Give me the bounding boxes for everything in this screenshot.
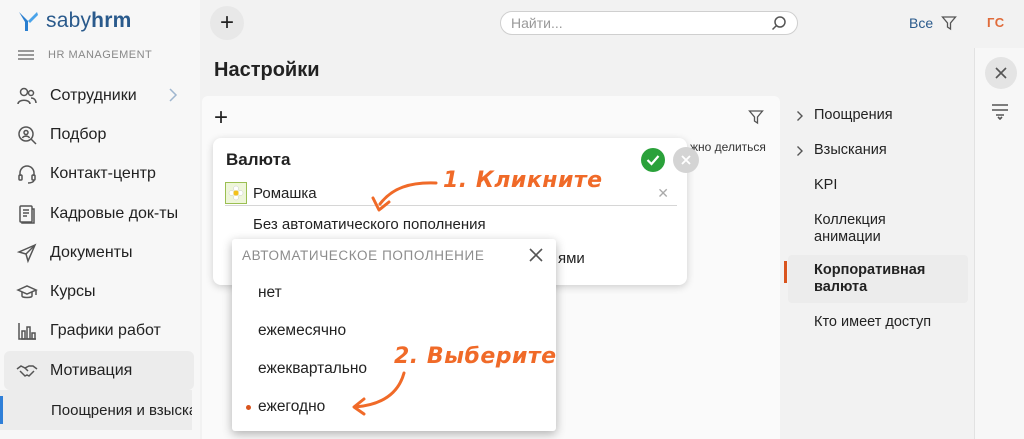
selected-marker-icon — [246, 405, 251, 410]
bar-chart-icon — [16, 320, 38, 342]
card-title: Валюта — [226, 150, 291, 169]
sidebar-item-recruiting[interactable]: Подбор — [0, 115, 200, 154]
sidebar-item-label: Кадровые док-ты — [50, 204, 179, 222]
search-box — [500, 11, 798, 35]
headset-icon — [16, 163, 38, 185]
search-input[interactable] — [511, 15, 771, 31]
settings-nav-label: Корпоративная валюта — [814, 262, 926, 295]
hr-management-header: HR MANAGEMENT — [18, 49, 152, 61]
hamburger-icon[interactable] — [18, 50, 34, 60]
sidebar-item-label: Контакт-центр — [50, 165, 156, 183]
replenishment-selector[interactable]: Без автоматического пополнения — [253, 216, 486, 233]
sidebar-item-contact-center[interactable]: Контакт-центр — [0, 155, 200, 194]
page-title: Настройки — [214, 59, 320, 81]
handshake-icon — [16, 360, 38, 382]
logo-text: sabyhrm — [46, 9, 132, 32]
sidebar-item-label: Графики работ — [50, 322, 161, 340]
logo[interactable]: sabyhrm — [16, 9, 131, 33]
chevron-right-icon — [797, 111, 803, 121]
user-avatar[interactable]: ГС — [987, 15, 1005, 30]
dropdown-header: АВТОМАТИЧЕСКОЕ ПОПОЛНЕНИЕ — [242, 248, 485, 263]
sidebar: sabyhrm HR MANAGEMENT Сотрудники Подбор … — [0, 0, 200, 439]
search-icon[interactable] — [771, 15, 787, 31]
chevron-right-icon — [797, 146, 803, 156]
sidebar-subitem-rewards[interactable]: Поощрения и взыскания — [0, 390, 192, 430]
close-icon — [995, 67, 1007, 79]
confirm-button[interactable] — [641, 148, 665, 172]
annotation-step1: 1. Кликните — [443, 168, 603, 193]
background-text-fragment: ями — [558, 250, 585, 267]
settings-nav-penalties[interactable]: Взыскания — [788, 135, 970, 166]
filter-label: Все — [909, 15, 934, 31]
sidebar-item-work-schedules[interactable]: Графики работ — [0, 312, 200, 351]
settings-nav-label: KPI — [814, 177, 838, 193]
add-button[interactable]: + — [214, 106, 228, 130]
dropdown-option-selected[interactable]: ежегодно — [258, 398, 325, 416]
settings-nav: Поощрения Взыскания KPI Коллекция анимац… — [784, 100, 970, 338]
settings-nav-label: Поощрения — [814, 107, 893, 123]
funnel-icon — [941, 16, 958, 31]
background-text-fragment: жно делиться — [690, 140, 766, 154]
section-label: HR MANAGEMENT — [48, 49, 153, 61]
create-button[interactable]: + — [210, 6, 244, 40]
mortarboard-icon — [16, 281, 38, 303]
document-icon — [16, 203, 38, 225]
dropdown-option[interactable]: нет — [258, 284, 282, 302]
search-person-icon — [16, 124, 38, 146]
currency-flower-icon[interactable] — [225, 182, 247, 204]
sidebar-item-label: Документы — [50, 243, 133, 261]
settings-nav-label: Коллекция анимации — [814, 212, 886, 245]
dropdown-option[interactable]: ежемесячно — [258, 322, 346, 340]
close-panel-button[interactable] — [985, 57, 1017, 89]
sidebar-item-courses[interactable]: Курсы — [0, 272, 200, 311]
sidebar-item-label: Мотивация — [50, 361, 133, 379]
send-icon — [16, 242, 38, 264]
settings-nav-kpi[interactable]: KPI — [788, 170, 970, 201]
filter-control[interactable]: Все — [909, 15, 958, 31]
people-icon — [16, 85, 38, 107]
settings-nav-corporate-currency[interactable]: Корпоративная валюта — [784, 255, 968, 303]
settings-nav-animation-collection[interactable]: Коллекция анимации — [788, 205, 938, 253]
sidebar-item-label: Подбор — [50, 125, 107, 143]
sidebar-item-label: Сотрудники — [50, 86, 137, 104]
settings-nav-label: Взыскания — [814, 142, 887, 158]
dropdown-option[interactable]: ежеквартально — [258, 360, 367, 378]
sidebar-nav: Сотрудники Подбор Контакт-центр Кадровые… — [0, 76, 200, 391]
close-icon[interactable] — [528, 247, 544, 263]
replenishment-dropdown: АВТОМАТИЧЕСКОЕ ПОПОЛНЕНИЕ нет ежемесячно… — [232, 239, 556, 431]
settings-nav-label: Кто имеет доступ — [814, 314, 932, 330]
clear-icon[interactable]: ✕ — [657, 185, 669, 202]
checkmark-icon — [646, 155, 660, 166]
sidebar-item-employees[interactable]: Сотрудники — [0, 76, 200, 115]
annotation-step2: 2. Выберите — [394, 344, 557, 369]
settings-nav-rewards[interactable]: Поощрения — [788, 100, 970, 131]
sidebar-item-documents[interactable]: Документы — [0, 233, 200, 272]
plus-icon: + — [219, 9, 234, 36]
sidebar-item-motivation[interactable]: Мотивация — [4, 351, 194, 391]
sidebar-item-hr-documents[interactable]: Кадровые док-ты — [0, 194, 200, 233]
chevron-right-icon[interactable] — [168, 87, 178, 103]
settings-nav-access[interactable]: Кто имеет доступ — [788, 307, 970, 338]
funnel-icon[interactable] — [748, 109, 764, 125]
currency-name: Ромашка — [253, 184, 317, 202]
list-icon[interactable] — [990, 102, 1010, 120]
card-close-button[interactable] — [673, 147, 699, 173]
sidebar-item-label: Курсы — [50, 283, 96, 301]
saby-logo-icon — [19, 12, 38, 31]
close-icon — [681, 155, 691, 165]
